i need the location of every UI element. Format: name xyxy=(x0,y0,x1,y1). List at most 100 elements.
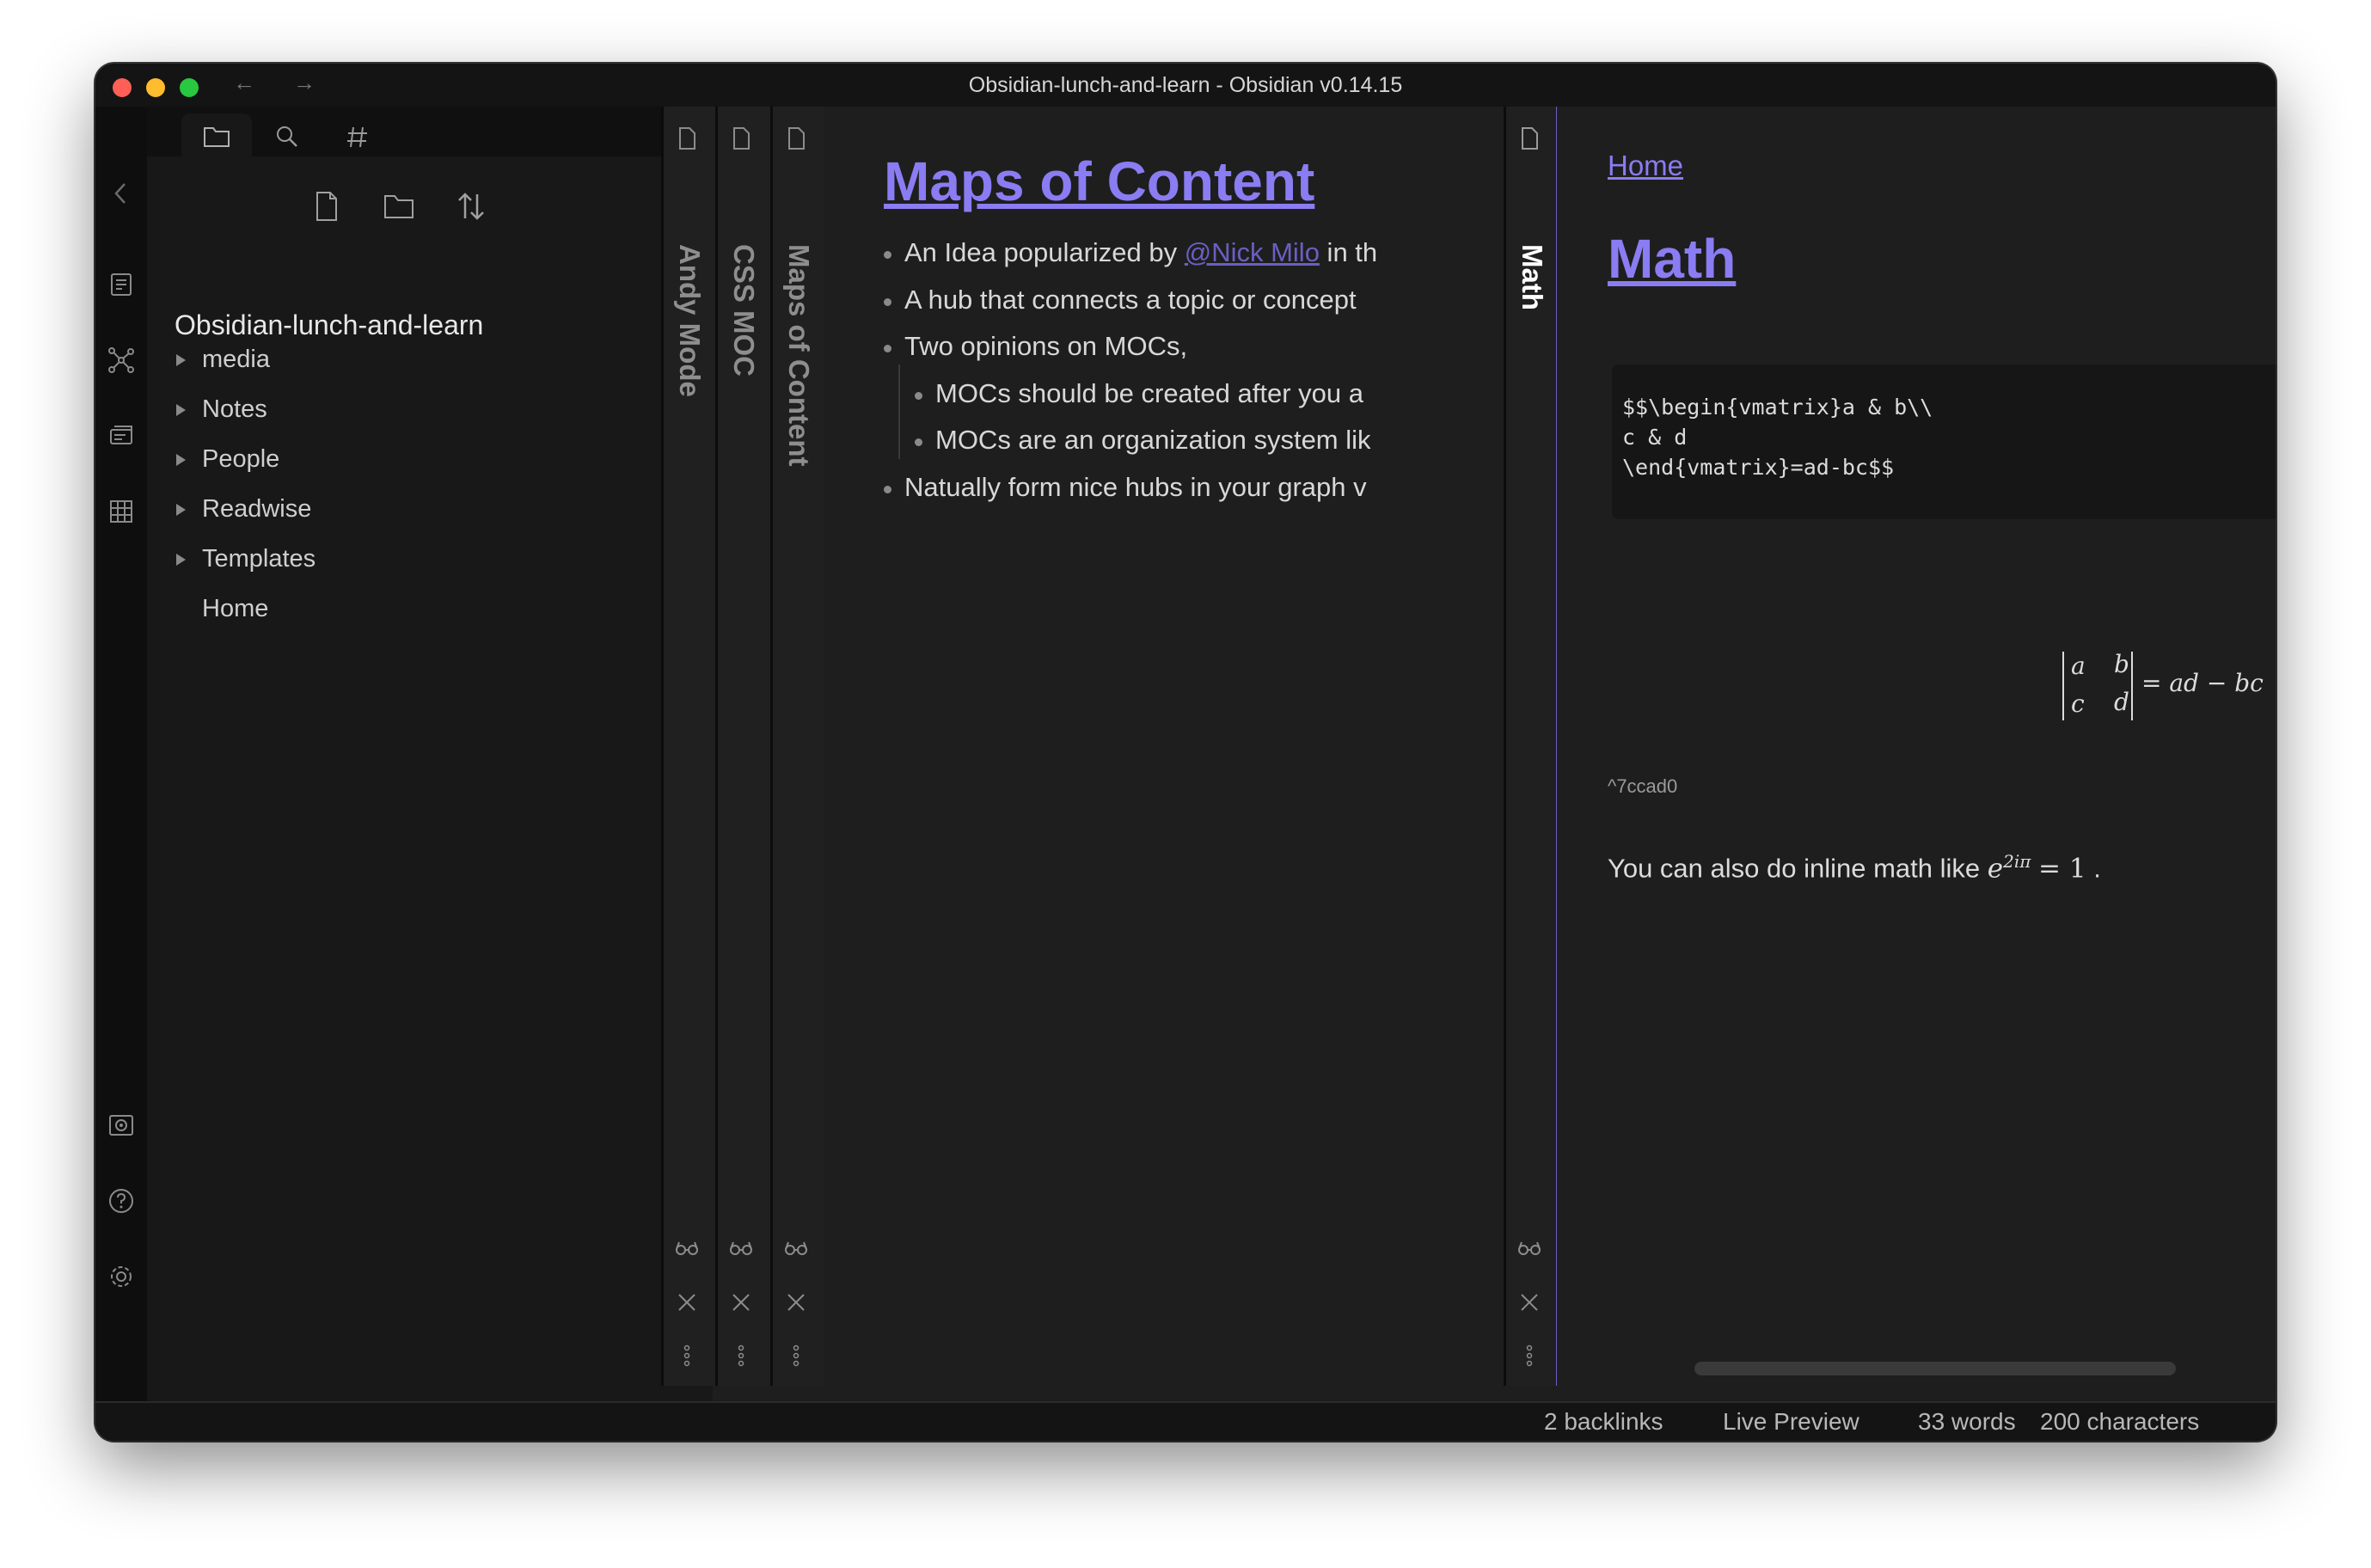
ribbon xyxy=(95,107,147,1441)
forward-arrow-icon[interactable]: → xyxy=(293,70,316,95)
paragraph-text: You can also do inline math like xyxy=(1608,853,1981,884)
reading-view-icon[interactable] xyxy=(674,1234,700,1260)
stacked-tab-title[interactable]: Math xyxy=(1516,244,1548,310)
settings-icon[interactable] xyxy=(107,1262,136,1291)
tree-folder-notes[interactable]: Notes xyxy=(176,390,267,428)
matrix-entry: a xyxy=(2071,652,2086,680)
calendar-grid-icon[interactable] xyxy=(107,497,136,526)
note-file-icon xyxy=(674,126,700,151)
tree-item-label: People xyxy=(202,445,280,473)
vault-icon[interactable] xyxy=(107,1111,136,1140)
equation-rhs: = ad − bc xyxy=(2141,669,2264,697)
collapse-caret-icon[interactable] xyxy=(176,454,186,466)
inline-math-base: e xyxy=(1987,853,2004,885)
backlinks-count[interactable]: 2 backlinks xyxy=(1544,1408,1663,1436)
stacked-tab-title[interactable]: Andy Mode xyxy=(673,244,706,397)
tree-item-label: media xyxy=(202,346,270,373)
list-item: A hub that connects a topic or concept xyxy=(884,285,1357,315)
tree-folder-people[interactable]: People xyxy=(176,440,279,478)
collapse-caret-icon[interactable] xyxy=(176,554,186,566)
collapse-caret-icon[interactable] xyxy=(176,404,186,416)
indent-guide xyxy=(898,364,900,459)
note-file-icon xyxy=(1516,126,1542,151)
determinant-bar-left xyxy=(2062,652,2064,720)
note-heading[interactable]: Math xyxy=(1608,227,1736,291)
word-count: 33 words xyxy=(1918,1408,2016,1435)
stacked-tab-title[interactable]: Maps of Content xyxy=(782,244,815,466)
close-tab-icon[interactable] xyxy=(674,1289,700,1315)
note-heading[interactable]: Maps of Content xyxy=(884,150,1314,213)
horizontal-scrollbar[interactable] xyxy=(1694,1362,2176,1375)
file-explorer-sidebar: Obsidian-lunch-and-learn media Notes Peo… xyxy=(147,107,713,1441)
tree-item-label: Notes xyxy=(202,395,267,423)
close-tab-icon[interactable] xyxy=(1516,1289,1542,1315)
more-options-icon[interactable] xyxy=(674,1343,700,1369)
stacked-tab-math[interactable]: Math xyxy=(1504,107,1559,1386)
inline-math-paragraph: You can also do inline math like e2iπ = … xyxy=(1608,851,2101,884)
code-line: $$\begin{vmatrix}a & b\\ xyxy=(1622,395,1933,420)
help-icon[interactable] xyxy=(107,1186,136,1216)
collapse-caret-icon[interactable] xyxy=(176,354,186,366)
stacked-tab-maps-of-content[interactable]: Maps of Content xyxy=(770,107,824,1386)
matrix-entry: c xyxy=(2071,689,2085,718)
list-item: Natually form nice hubs in your graph v xyxy=(884,472,1367,503)
tags-icon[interactable] xyxy=(322,113,393,156)
editor-mode[interactable]: Live Preview xyxy=(1723,1408,1859,1436)
reading-view-icon[interactable] xyxy=(783,1234,809,1260)
matrix-entry: d xyxy=(2114,688,2129,716)
paragraph-end: . xyxy=(2093,853,2101,884)
more-options-icon[interactable] xyxy=(728,1343,754,1369)
new-folder-icon[interactable] xyxy=(382,189,416,224)
sidebar-tab-strip xyxy=(147,107,713,156)
rendered-determinant: a b c d = ad − bc xyxy=(2062,650,2276,722)
tree-item-label: Readwise xyxy=(202,495,312,523)
close-tab-icon[interactable] xyxy=(783,1289,809,1315)
window-title: Obsidian-lunch-and-learn - Obsidian v0.1… xyxy=(968,73,1403,97)
list-item: MOCs are an organization system lik xyxy=(915,425,1371,456)
stacked-tab-title[interactable]: CSS MOC xyxy=(727,244,760,377)
new-note-icon[interactable] xyxy=(309,189,344,224)
list-item: MOCs should be created after you a xyxy=(915,378,1363,409)
note-file-icon xyxy=(783,126,809,151)
note-file-icon xyxy=(728,126,754,151)
close-tab-icon[interactable] xyxy=(728,1289,754,1315)
tree-folder-templates[interactable]: Templates xyxy=(176,540,316,578)
list-item-text: An Idea popularized by xyxy=(904,237,1185,267)
tree-folder-media[interactable]: media xyxy=(176,340,270,378)
matrix-entry: b xyxy=(2114,650,2129,678)
stacked-tab-andy-mode[interactable]: Andy Mode xyxy=(661,107,715,1386)
latex-code-block[interactable]: $$\begin{vmatrix}a & b\\ c & d \end{vmat… xyxy=(1612,364,2276,519)
title-bar: Obsidian-lunch-and-learn - Obsidian v0.1… xyxy=(95,64,2276,107)
vault-name[interactable]: Obsidian-lunch-and-learn xyxy=(175,309,483,341)
search-icon[interactable] xyxy=(252,113,322,156)
reading-view-icon[interactable] xyxy=(1516,1234,1542,1260)
inline-math-exponent: 2iπ xyxy=(2003,851,2031,872)
character-count: 200 characters xyxy=(2040,1408,2200,1435)
stacked-tab-css-moc[interactable]: CSS MOC xyxy=(715,107,770,1386)
list-item-text: in th xyxy=(1319,237,1378,267)
more-options-icon[interactable] xyxy=(783,1343,809,1369)
maps-of-content-pane: Maps of Content An Idea popularized by @… xyxy=(824,107,1504,1386)
code-line: \end{vmatrix}=ad-bc$$ xyxy=(1622,455,1895,480)
slides-icon[interactable] xyxy=(107,421,136,450)
collapse-caret-icon[interactable] xyxy=(176,504,186,516)
tree-item-label: Templates xyxy=(202,545,316,573)
list-item: Two opinions on MOCs, xyxy=(884,331,1187,362)
tree-folder-readwise[interactable]: Readwise xyxy=(176,490,311,528)
graph-view-icon[interactable] xyxy=(107,346,136,375)
quick-switcher-icon[interactable] xyxy=(107,270,136,299)
more-options-icon[interactable] xyxy=(1516,1343,1542,1369)
list-item: An Idea popularized by @Nick Milo in th xyxy=(884,237,1377,268)
breadcrumb-home-link[interactable]: Home xyxy=(1608,150,1683,182)
back-arrow-icon[interactable]: ← xyxy=(233,70,255,95)
sort-icon[interactable] xyxy=(454,189,488,224)
math-note-pane: Home Math $$\begin{vmatrix}a & b\\ c & d… xyxy=(1557,107,2276,1386)
tree-file-home[interactable]: Home xyxy=(176,590,268,628)
reading-view-icon[interactable] xyxy=(728,1234,754,1260)
collapse-left-icon[interactable] xyxy=(107,179,136,208)
person-link[interactable]: @Nick Milo xyxy=(1185,237,1320,267)
folder-icon[interactable] xyxy=(181,113,252,156)
code-line: c & d xyxy=(1622,425,1688,450)
determinant-bar-right xyxy=(2131,652,2133,720)
status-bar: 2 backlinks Live Preview 33 words 200 ch… xyxy=(95,1401,2276,1441)
